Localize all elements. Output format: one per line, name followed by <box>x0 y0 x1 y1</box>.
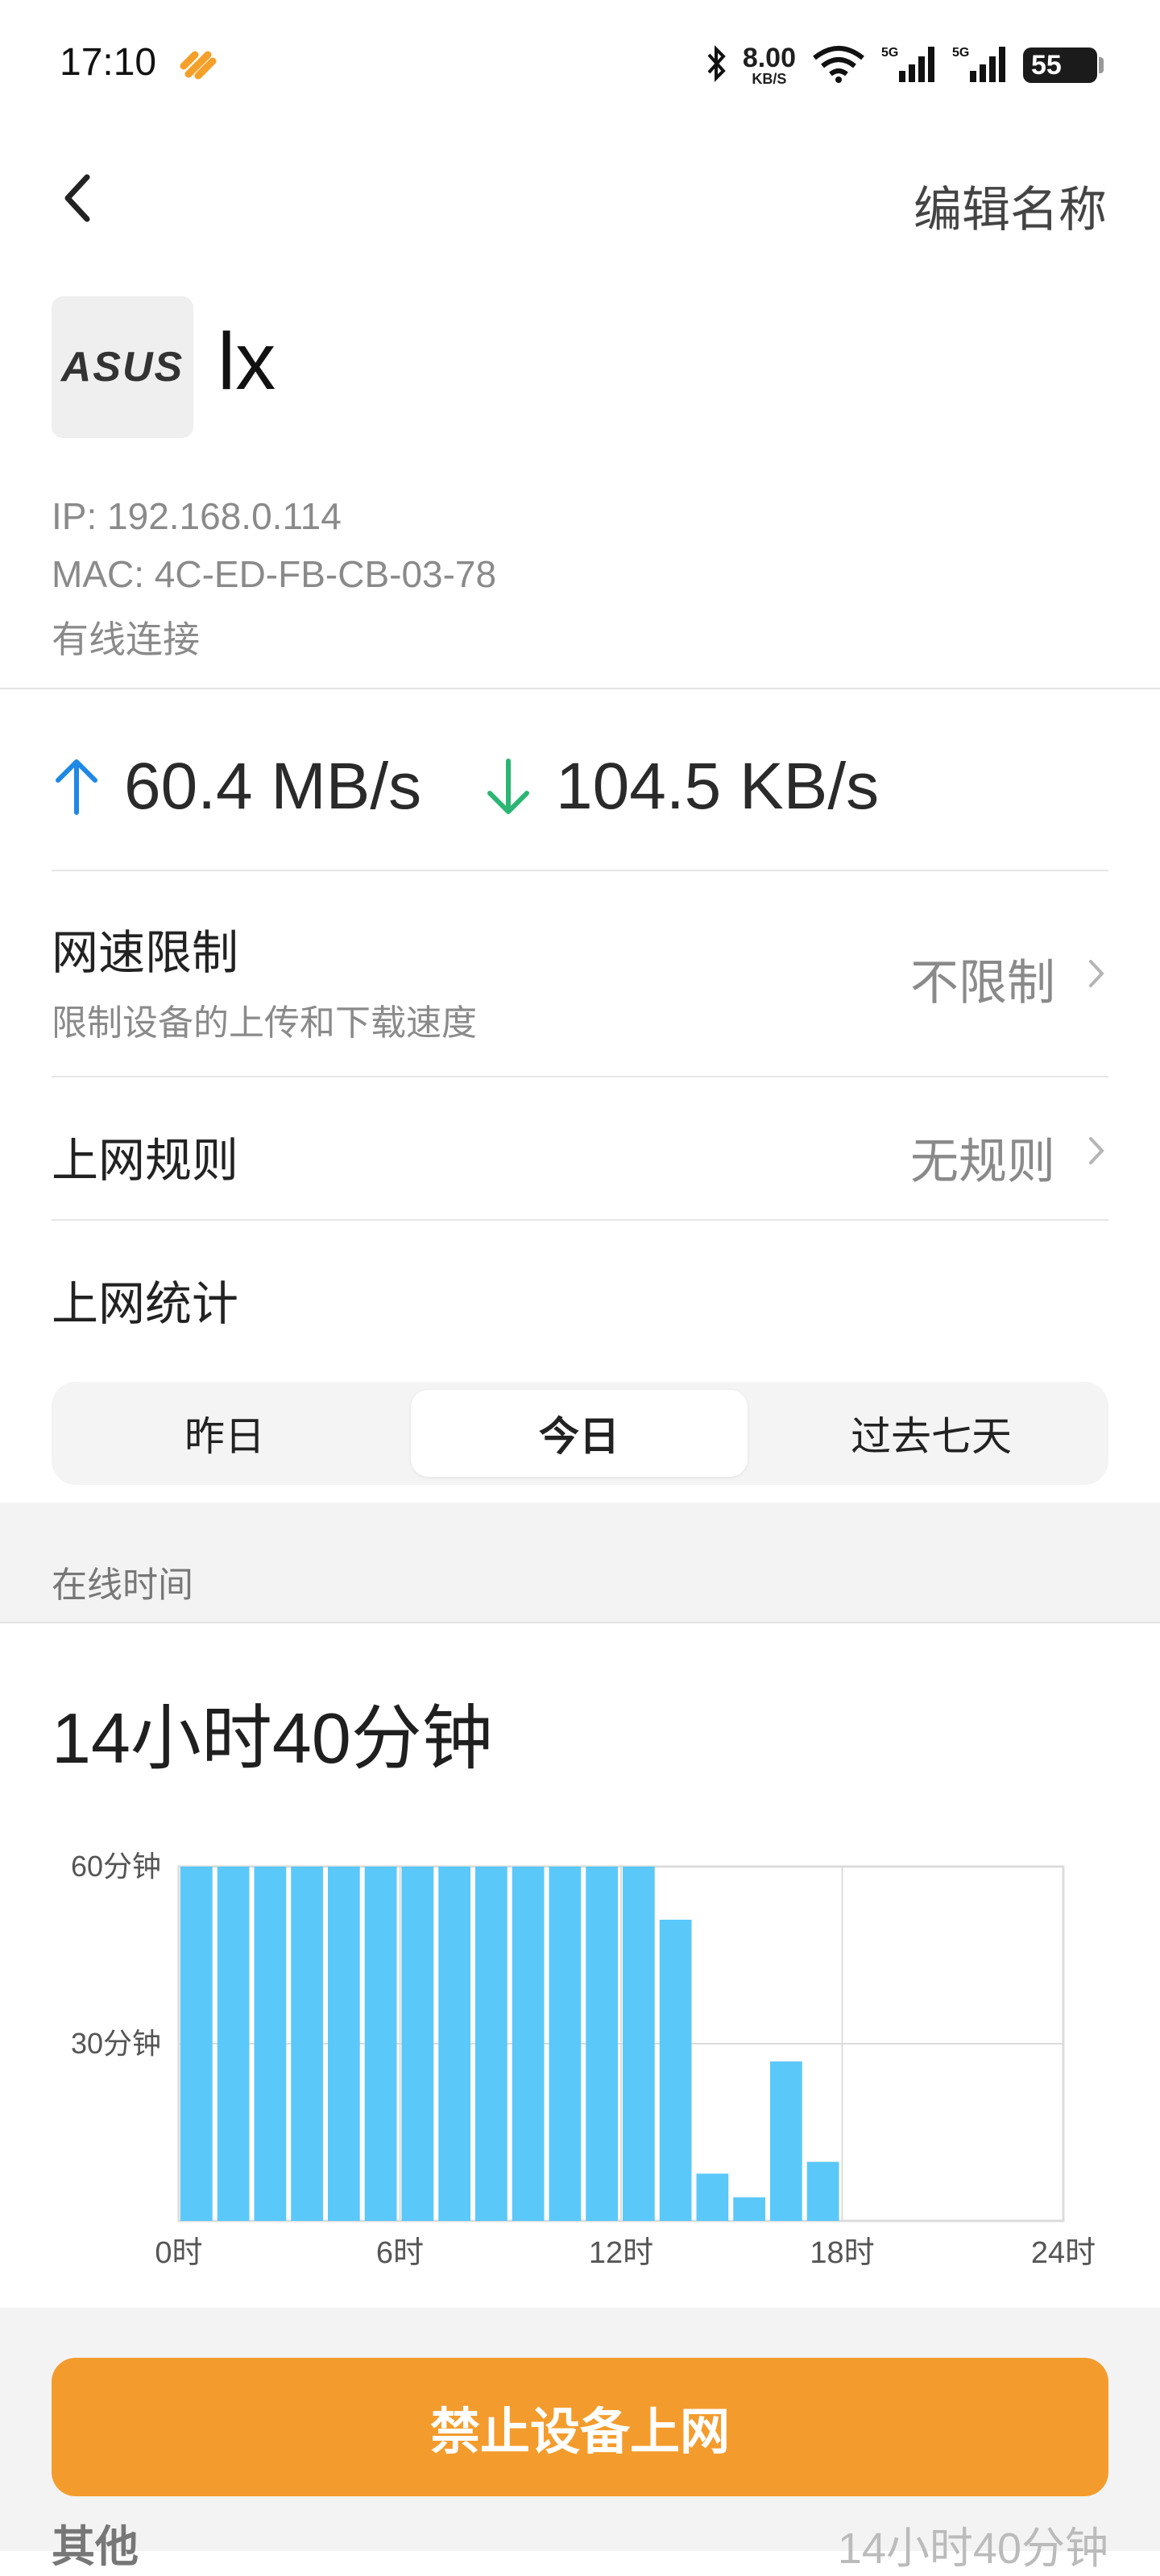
chart-bar <box>806 2161 839 2221</box>
edit-name-button[interactable]: 编辑名称 <box>914 171 1107 241</box>
chart-x-tick-label: 0时 <box>155 2236 202 2270</box>
online-time-chart: 60分钟 30分钟 0时 6时 12时 18时 24时 <box>71 1850 1096 2270</box>
chart-bar <box>291 1867 323 2221</box>
divider <box>0 1622 1160 1623</box>
speed-limit-row[interactable]: 网速限制 限制设备的上传和下载速度 不限制 <box>0 873 1160 1076</box>
other-value: 14小时40分钟 <box>837 2524 1108 2573</box>
internet-stats-title: 上网统计 <box>52 1278 239 1330</box>
chevron-right-icon <box>1089 1137 1104 1164</box>
divider <box>0 688 1160 689</box>
chart-bar <box>770 2061 802 2221</box>
tab-today[interactable]: 今日 <box>411 1390 748 1477</box>
block-device-button[interactable]: 禁止设备上网 <box>52 2358 1108 2496</box>
device-logo-text: ASUS <box>60 344 184 391</box>
chart-bar <box>475 1867 508 2221</box>
net-speed-unit: KB/S <box>752 71 787 87</box>
download-speed-value: 104.5 KB/s <box>556 750 880 823</box>
internet-rules-title: 上网规则 <box>52 1135 239 1187</box>
chart-bar <box>364 1867 397 2221</box>
tab-last-seven-days[interactable]: 过去七天 <box>754 1382 1108 1485</box>
chevron-left-icon <box>64 174 90 222</box>
chart-bar <box>586 1867 618 2221</box>
divider <box>52 870 1108 871</box>
other-label: 其他 <box>52 2523 139 2571</box>
device-logo: ASUS <box>52 296 193 438</box>
chart-bar <box>512 1867 545 2221</box>
chart-y-tick-label: 30分钟 <box>71 2027 161 2060</box>
device-ip: IP: 192.168.0.114 <box>52 495 342 537</box>
chart-y-tick-label: 60分钟 <box>71 1850 161 1883</box>
upload-arrow-icon <box>56 759 97 815</box>
back-button[interactable] <box>47 161 111 234</box>
chart-bar <box>328 1867 360 2221</box>
chart-x-tick-label: 6时 <box>376 2236 424 2270</box>
chart-bar <box>217 1867 250 2221</box>
upload-speed: 60.4 MB/s <box>48 749 421 825</box>
speed-limit-title: 网速限制 <box>52 927 239 979</box>
chart-bar <box>549 1867 582 2221</box>
app-badge-icon <box>177 43 219 84</box>
chart-bar <box>254 1867 287 2221</box>
svg-text:5G: 5G <box>881 46 898 60</box>
online-time-label: 在线时间 <box>52 1565 193 1605</box>
speed-limit-value: 不限制 <box>910 956 1055 1010</box>
divider <box>52 1219 1108 1221</box>
status-time: 17:10 <box>60 41 157 84</box>
chart-x-tick-label: 24时 <box>1031 2236 1096 2270</box>
divider <box>52 1076 1108 1077</box>
chart-bar <box>696 2173 729 2221</box>
chart-bar <box>438 1867 470 2221</box>
battery-indicator: 55 <box>1023 48 1104 83</box>
download-arrow-icon <box>487 759 529 814</box>
status-icons: 8.00 KB/S 5G 5G 55 <box>704 37 1104 93</box>
device-mac: MAC: 4C-ED-FB-CB-03-78 <box>52 553 497 595</box>
internet-rules-row[interactable]: 上网规则 无规则 <box>0 1079 1160 1218</box>
chart-bar <box>733 2197 765 2221</box>
upload-speed-value: 60.4 MB/s <box>124 750 422 823</box>
speed-limit-subtitle: 限制设备的上传和下载速度 <box>52 1003 477 1043</box>
bluetooth-icon <box>704 43 728 88</box>
signal-5g-icon: 5G <box>881 43 938 88</box>
chart-bar <box>401 1867 434 2221</box>
chart-x-tick-label: 12时 <box>589 2236 653 2270</box>
chart-x-tick-label: 18时 <box>810 2236 874 2270</box>
chart-bar <box>623 1867 655 2221</box>
signal-5g-icon: 5G <box>952 43 1009 88</box>
period-tabs: 昨日 今日 过去七天 <box>52 1382 1108 1485</box>
wifi-icon <box>810 43 867 88</box>
chevron-right-icon <box>1089 960 1104 987</box>
svg-text:5G: 5G <box>952 46 969 60</box>
tab-yesterday[interactable]: 昨日 <box>52 1382 398 1485</box>
device-name: lx <box>218 316 276 407</box>
chart-bar <box>180 1867 213 2221</box>
net-speed-value: 8.00 <box>742 43 796 73</box>
connection-type: 有线连接 <box>52 618 200 660</box>
chart-bar <box>659 1920 692 2221</box>
download-speed: 104.5 KB/s <box>480 749 879 825</box>
network-speed: 8.00 KB/S <box>743 44 796 86</box>
online-time-total: 14小时40分钟 <box>52 1698 493 1778</box>
internet-rules-value: 无规则 <box>910 1135 1055 1189</box>
